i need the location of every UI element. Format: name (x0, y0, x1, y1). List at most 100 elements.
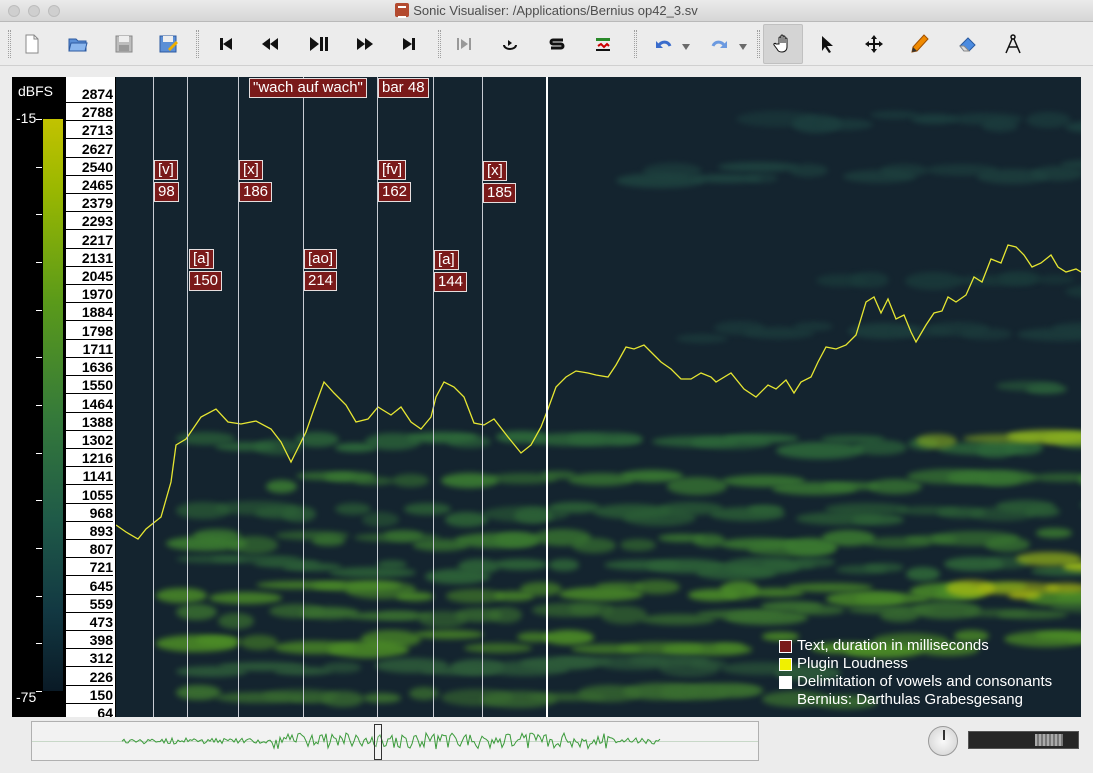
frequency-label: 2627 (66, 141, 113, 158)
toolbar-grip[interactable] (8, 30, 11, 58)
move-icon (865, 35, 883, 53)
eraser-icon (958, 37, 976, 52)
colour-scale-tick (36, 595, 42, 597)
frequency-label: 2293 (66, 213, 113, 231)
annotation-duration[interactable]: 186 (239, 182, 273, 202)
playback-speed-knob[interactable] (928, 726, 958, 756)
navigate-button[interactable] (763, 24, 803, 64)
legend-swatch (779, 639, 792, 653)
colour-scale-tick (36, 166, 42, 168)
legend-label: Plugin Loudness (797, 655, 908, 672)
toolbar-grip[interactable] (757, 30, 760, 58)
save-button[interactable] (107, 28, 141, 60)
annotation-text[interactable]: [ao] (304, 249, 338, 269)
delimitation-line[interactable] (187, 77, 188, 717)
spectrogram[interactable]: "wach auf wach" bar 48 [v] 98 [a] 150 [x… (116, 77, 1081, 717)
annotation-text[interactable]: [v] (154, 160, 178, 180)
redo-dropdown[interactable] (739, 44, 747, 50)
open-button[interactable] (61, 28, 95, 60)
annotation-text[interactable]: [x] (483, 161, 507, 181)
colour-scale-bar (43, 119, 63, 691)
annotation-duration[interactable]: 98 (154, 182, 179, 202)
edit-button[interactable] (857, 28, 891, 60)
frequency-label: 1884 (66, 304, 113, 322)
erase-button[interactable] (950, 28, 984, 60)
save-as-icon (159, 35, 178, 53)
solo-icon (549, 38, 565, 50)
annotation-duration[interactable]: 162 (378, 182, 412, 202)
delimitation-line[interactable] (303, 77, 304, 717)
frequency-label: 2874 (66, 86, 113, 103)
loop-button[interactable] (493, 28, 527, 60)
colour-scale-tick (36, 357, 42, 359)
pencil-icon (911, 34, 929, 53)
play-selection-icon (457, 38, 471, 50)
delimitation-line[interactable] (433, 77, 434, 717)
annotation-header[interactable]: "wach auf wach" (249, 78, 367, 98)
main-pane[interactable]: dBFS -15 -75 2874 2788 2713 2627 2540 2465 237… (12, 77, 1081, 717)
frequency-label: 2788 (66, 104, 113, 122)
redo-button[interactable] (703, 28, 737, 60)
colour-scale: dBFS -15 -75 (12, 77, 66, 717)
playhead-line[interactable] (546, 77, 548, 717)
annotation-duration[interactable]: 214 (304, 271, 338, 291)
play-selection-button[interactable] (447, 28, 481, 60)
annotation-duration[interactable]: 150 (189, 271, 223, 291)
rewind-icon (262, 38, 278, 50)
draw-button[interactable] (903, 28, 937, 60)
frequency-scale: 2874 2788 2713 2627 2540 2465 2379 2293 2217 2131… (66, 77, 116, 717)
frequency-label: 64 (66, 705, 113, 717)
frequency-label: 1302 (66, 432, 113, 449)
toolbar-grip[interactable] (438, 30, 441, 58)
toolbar-grip[interactable] (196, 30, 199, 58)
redo-icon (711, 40, 727, 48)
new-session-button[interactable] (15, 28, 49, 60)
annotation-duration[interactable]: 185 (483, 183, 517, 203)
toolbar-grip[interactable] (634, 30, 637, 58)
annotation-bar[interactable]: bar 48 (378, 78, 429, 98)
select-button[interactable] (810, 28, 844, 60)
ffwd-end-button[interactable] (392, 28, 426, 60)
title-bar: Sonic Visualiser: /Applications/Bernius … (0, 0, 1093, 22)
play-pause-button[interactable] (301, 28, 335, 60)
frequency-label: 1970 (66, 286, 113, 304)
overview-wave (121, 731, 661, 751)
fast-forward-icon (357, 38, 373, 50)
align-button[interactable] (586, 28, 620, 60)
legend-item: Plugin Loudness (779, 655, 1052, 673)
annotation-duration[interactable]: 144 (434, 272, 468, 292)
overview-viewport-handle[interactable] (374, 724, 382, 760)
skip-start-icon (220, 38, 232, 50)
dbfs-bottom-label: -75 (16, 689, 37, 705)
fast-forward-button[interactable] (348, 28, 382, 60)
frequency-label: 1636 (66, 359, 113, 377)
annotation-text[interactable]: [fv] (378, 160, 407, 180)
colour-scale-tick (36, 691, 42, 692)
overview-waveform[interactable] (31, 721, 759, 761)
colour-scale-tick (36, 405, 42, 406)
fader-thumb[interactable] (1035, 734, 1063, 746)
frequency-label: 1055 (66, 487, 113, 504)
rewind-start-button[interactable] (209, 28, 243, 60)
frequency-label: 1388 (66, 414, 113, 431)
undo-dropdown[interactable] (682, 44, 690, 50)
legend-label: Delimitation of vowels and consonants (797, 673, 1053, 690)
annotation-bar-text: bar 48 (382, 79, 425, 96)
frequency-label: 1550 (66, 377, 113, 395)
frequency-label: 1711 (66, 341, 113, 358)
window-title: Sonic Visualiser: /Applications/Bernius … (0, 3, 1093, 18)
solo-button[interactable] (540, 28, 574, 60)
annotation-text[interactable]: [x] (239, 160, 263, 180)
frequency-label: 1141 (66, 468, 113, 486)
save-as-button[interactable] (151, 28, 185, 60)
colour-scale-tick (36, 452, 42, 454)
loop-icon (503, 40, 517, 50)
annotation-text[interactable]: [a] (434, 250, 459, 270)
measure-button[interactable] (996, 28, 1030, 60)
frequency-label: 473 (66, 614, 113, 632)
undo-button[interactable] (646, 28, 680, 60)
playback-gain-fader[interactable] (968, 731, 1079, 749)
rewind-button[interactable] (253, 28, 287, 60)
annotation-text[interactable]: [a] (189, 249, 214, 269)
frequency-label: 2465 (66, 177, 113, 195)
